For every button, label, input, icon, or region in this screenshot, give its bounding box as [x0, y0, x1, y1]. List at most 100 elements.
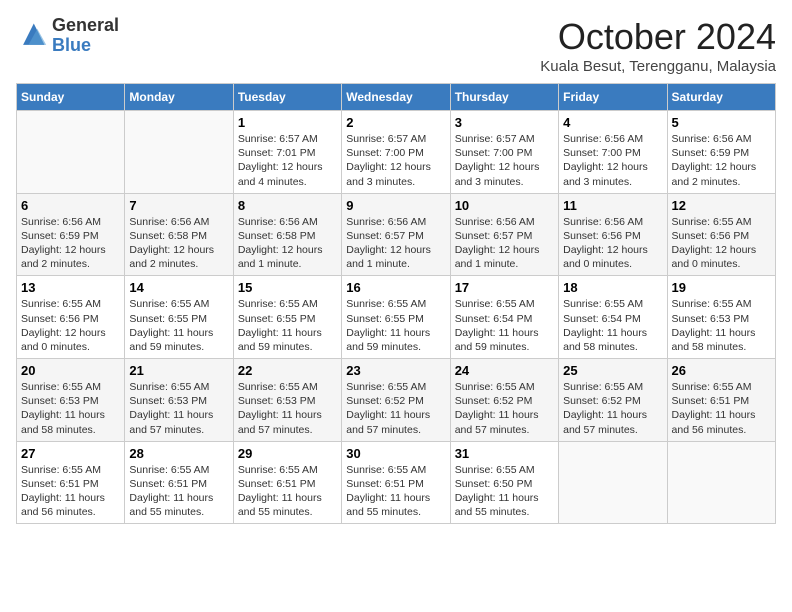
calendar-cell: 28 Sunrise: 6:55 AM Sunset: 6:51 PM Dayli… — [125, 441, 233, 524]
day-info: Sunrise: 6:55 AM Sunset: 6:52 PM Dayligh… — [346, 380, 445, 437]
day-info: Sunrise: 6:55 AM Sunset: 6:53 PM Dayligh… — [238, 380, 337, 437]
day-number: 21 — [129, 363, 228, 378]
day-info: Sunrise: 6:56 AM Sunset: 6:57 PM Dayligh… — [455, 215, 554, 272]
calendar-cell: 6 Sunrise: 6:56 AM Sunset: 6:59 PM Daylig… — [17, 193, 125, 276]
calendar-cell: 13 Sunrise: 6:55 AM Sunset: 6:56 PM Dayli… — [17, 276, 125, 359]
day-number: 28 — [129, 446, 228, 461]
day-info: Sunrise: 6:57 AM Sunset: 7:00 PM Dayligh… — [346, 132, 445, 189]
calendar-cell: 29 Sunrise: 6:55 AM Sunset: 6:51 PM Dayli… — [233, 441, 341, 524]
calendar-cell — [667, 441, 775, 524]
calendar-week-row: 1 Sunrise: 6:57 AM Sunset: 7:01 PM Daylig… — [17, 111, 776, 194]
calendar-week-row: 13 Sunrise: 6:55 AM Sunset: 6:56 PM Dayli… — [17, 276, 776, 359]
day-header-sunday: Sunday — [17, 84, 125, 111]
calendar-cell: 20 Sunrise: 6:55 AM Sunset: 6:53 PM Dayli… — [17, 359, 125, 442]
day-number: 6 — [21, 198, 120, 213]
calendar-cell: 10 Sunrise: 6:56 AM Sunset: 6:57 PM Dayli… — [450, 193, 558, 276]
day-info: Sunrise: 6:55 AM Sunset: 6:56 PM Dayligh… — [21, 297, 120, 354]
logo: General Blue — [16, 16, 119, 56]
calendar-cell: 1 Sunrise: 6:57 AM Sunset: 7:01 PM Daylig… — [233, 111, 341, 194]
day-number: 9 — [346, 198, 445, 213]
calendar-week-row: 20 Sunrise: 6:55 AM Sunset: 6:53 PM Dayli… — [17, 359, 776, 442]
day-info: Sunrise: 6:56 AM Sunset: 6:57 PM Dayligh… — [346, 215, 445, 272]
calendar-cell: 8 Sunrise: 6:56 AM Sunset: 6:58 PM Daylig… — [233, 193, 341, 276]
day-number: 22 — [238, 363, 337, 378]
day-info: Sunrise: 6:55 AM Sunset: 6:51 PM Dayligh… — [672, 380, 771, 437]
calendar-cell: 22 Sunrise: 6:55 AM Sunset: 6:53 PM Dayli… — [233, 359, 341, 442]
day-info: Sunrise: 6:55 AM Sunset: 6:56 PM Dayligh… — [672, 215, 771, 272]
calendar-cell: 19 Sunrise: 6:55 AM Sunset: 6:53 PM Dayli… — [667, 276, 775, 359]
calendar-cell: 17Sunrise: 6:55 AM Sunset: 6:54 PM Dayli… — [450, 276, 558, 359]
day-info: Sunrise: 6:56 AM Sunset: 6:59 PM Dayligh… — [21, 215, 120, 272]
day-info: Sunrise: 6:55 AM Sunset: 6:55 PM Dayligh… — [129, 297, 228, 354]
calendar-cell: 31 Sunrise: 6:55 AM Sunset: 6:50 PM Dayli… — [450, 441, 558, 524]
day-info: Sunrise: 6:55 AM Sunset: 6:53 PM Dayligh… — [21, 380, 120, 437]
day-number: 16 — [346, 280, 445, 295]
calendar-cell: 30 Sunrise: 6:55 AM Sunset: 6:51 PM Dayli… — [342, 441, 450, 524]
day-number: 2 — [346, 115, 445, 130]
day-info: Sunrise: 6:55 AM Sunset: 6:51 PM Dayligh… — [238, 463, 337, 520]
day-number: 31 — [455, 446, 554, 461]
day-header-tuesday: Tuesday — [233, 84, 341, 111]
calendar-cell: 15 Sunrise: 6:55 AM Sunset: 6:55 PM Dayli… — [233, 276, 341, 359]
day-header-thursday: Thursday — [450, 84, 558, 111]
day-number: 1 — [238, 115, 337, 130]
calendar-cell: 3 Sunrise: 6:57 AM Sunset: 7:00 PM Daylig… — [450, 111, 558, 194]
day-number: 19 — [672, 280, 771, 295]
day-number: 4 — [563, 115, 662, 130]
day-number: 13 — [21, 280, 120, 295]
calendar-cell: 16 Sunrise: 6:55 AM Sunset: 6:55 PM Dayli… — [342, 276, 450, 359]
day-info: Sunrise: 6:56 AM Sunset: 6:58 PM Dayligh… — [238, 215, 337, 272]
calendar-cell: 4 Sunrise: 6:56 AM Sunset: 7:00 PM Daylig… — [559, 111, 667, 194]
logo-general-text: General — [52, 15, 119, 35]
day-number: 5 — [672, 115, 771, 130]
calendar-cell — [125, 111, 233, 194]
logo-text: General Blue — [52, 16, 119, 56]
day-number: 25 — [563, 363, 662, 378]
day-info: Sunrise: 6:55 AM Sunset: 6:53 PM Dayligh… — [672, 297, 771, 354]
calendar-header-row: SundayMondayTuesdayWednesdayThursdayFrid… — [17, 84, 776, 111]
day-number: 23 — [346, 363, 445, 378]
day-number: 29 — [238, 446, 337, 461]
day-info: Sunrise: 6:56 AM Sunset: 7:00 PM Dayligh… — [563, 132, 662, 189]
calendar-cell — [17, 111, 125, 194]
day-info: Sunrise: 6:56 AM Sunset: 6:56 PM Dayligh… — [563, 215, 662, 272]
day-info: Sunrise: 6:57 AM Sunset: 7:00 PM Dayligh… — [455, 132, 554, 189]
day-number: 18 — [563, 280, 662, 295]
calendar-cell: 25 Sunrise: 6:55 AM Sunset: 6:52 PM Dayli… — [559, 359, 667, 442]
day-number: 3 — [455, 115, 554, 130]
day-info: Sunrise: 6:55 AM Sunset: 6:51 PM Dayligh… — [346, 463, 445, 520]
calendar-cell: 14 Sunrise: 6:55 AM Sunset: 6:55 PM Dayli… — [125, 276, 233, 359]
title-area: October 2024 Kuala Besut, Terengganu, Ma… — [540, 16, 776, 75]
day-info: Sunrise: 6:55 AM Sunset: 6:54 PM Dayligh… — [563, 297, 662, 354]
day-info: Sunrise: 6:55 AM Sunset: 6:53 PM Dayligh… — [129, 380, 228, 437]
calendar-cell: 21 Sunrise: 6:55 AM Sunset: 6:53 PM Dayli… — [125, 359, 233, 442]
logo-icon — [16, 20, 48, 52]
day-info: Sunrise: 6:56 AM Sunset: 6:58 PM Dayligh… — [129, 215, 228, 272]
day-info: Sunrise: 6:56 AM Sunset: 6:59 PM Dayligh… — [672, 132, 771, 189]
calendar-cell: 12Sunrise: 6:55 AM Sunset: 6:56 PM Dayli… — [667, 193, 775, 276]
day-info: Sunrise: 6:55 AM Sunset: 6:55 PM Dayligh… — [346, 297, 445, 354]
calendar-cell: 27Sunrise: 6:55 AM Sunset: 6:51 PM Dayli… — [17, 441, 125, 524]
day-number: 11 — [563, 198, 662, 213]
day-number: 30 — [346, 446, 445, 461]
calendar-cell: 11 Sunrise: 6:56 AM Sunset: 6:56 PM Dayli… — [559, 193, 667, 276]
day-number: 8 — [238, 198, 337, 213]
day-info: Sunrise: 6:55 AM Sunset: 6:55 PM Dayligh… — [238, 297, 337, 354]
day-number: 14 — [129, 280, 228, 295]
day-info: Sunrise: 6:55 AM Sunset: 6:52 PM Dayligh… — [455, 380, 554, 437]
day-header-wednesday: Wednesday — [342, 84, 450, 111]
day-info: Sunrise: 6:55 AM Sunset: 6:51 PM Dayligh… — [129, 463, 228, 520]
calendar-cell — [559, 441, 667, 524]
logo-blue-text: Blue — [52, 35, 91, 55]
day-info: Sunrise: 6:55 AM Sunset: 6:54 PM Dayligh… — [455, 297, 554, 354]
calendar-cell: 2 Sunrise: 6:57 AM Sunset: 7:00 PM Daylig… — [342, 111, 450, 194]
day-number: 20 — [21, 363, 120, 378]
day-info: Sunrise: 6:57 AM Sunset: 7:01 PM Dayligh… — [238, 132, 337, 189]
day-info: Sunrise: 6:55 AM Sunset: 6:52 PM Dayligh… — [563, 380, 662, 437]
calendar-cell: 24Sunrise: 6:55 AM Sunset: 6:52 PM Dayli… — [450, 359, 558, 442]
day-info: Sunrise: 6:55 AM Sunset: 6:50 PM Dayligh… — [455, 463, 554, 520]
calendar-cell: 26Sunrise: 6:55 AM Sunset: 6:51 PM Dayli… — [667, 359, 775, 442]
day-number: 15 — [238, 280, 337, 295]
day-number: 10 — [455, 198, 554, 213]
day-info: Sunrise: 6:55 AM Sunset: 6:51 PM Dayligh… — [21, 463, 120, 520]
